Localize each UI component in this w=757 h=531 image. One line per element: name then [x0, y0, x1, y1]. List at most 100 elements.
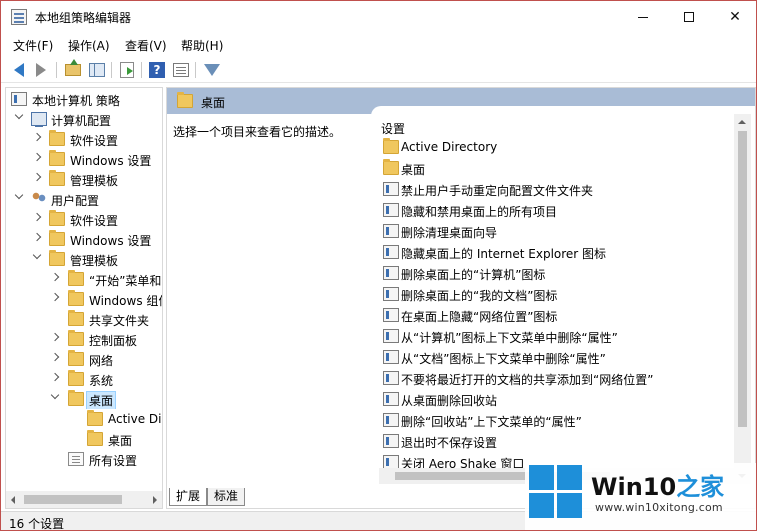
watermark-title: Win10之家: [591, 467, 724, 502]
filter-button[interactable]: [202, 60, 222, 80]
scroll-right-icon[interactable]: [153, 496, 157, 504]
chevron-down-icon[interactable]: [32, 250, 42, 260]
tree-item-windows-components[interactable]: Windows 组件: [6, 289, 163, 309]
chevron-down-icon[interactable]: [14, 110, 24, 120]
toolbar-separator: [56, 62, 57, 78]
setting-label: 删除桌面上的“我的文档”图标: [401, 289, 558, 303]
settings-list[interactable]: 设置 Active Directory 桌面 禁止用户手动重定向配置文件文件夹 隐藏和…: [371, 106, 755, 484]
tree-item-active-directory[interactable]: Active Directory: [6, 409, 162, 429]
chevron-down-icon[interactable]: [50, 390, 60, 400]
folder-icon: [49, 150, 65, 166]
folder-icon: [87, 410, 103, 426]
tree-item-control-panel[interactable]: 控制面板: [6, 329, 162, 349]
setting-label: 从桌面删除回收站: [401, 394, 498, 408]
scroll-up-icon[interactable]: [738, 120, 746, 124]
windows-logo-icon: [529, 465, 583, 519]
chevron-right-icon[interactable]: [32, 152, 42, 162]
watermark-url: www.win10xitong.com: [595, 501, 723, 514]
chevron-right-icon[interactable]: [50, 372, 60, 382]
folder-icon: [49, 130, 65, 146]
help-button[interactable]: ?: [147, 60, 167, 80]
tree-item-computer-config[interactable]: 计算机配置: [6, 109, 162, 129]
details-title: 桌面: [201, 96, 226, 110]
setting-label: 从“文档”图标上下文菜单中删除“属性”: [401, 352, 606, 366]
chevron-right-icon[interactable]: [32, 132, 42, 142]
settings-vertical-scrollbar[interactable]: [734, 114, 751, 484]
tree-item-uc-software[interactable]: 软件设置: [6, 209, 162, 229]
back-button[interactable]: [9, 60, 29, 80]
tree-item-root[interactable]: 本地计算机 策略: [6, 89, 162, 109]
folder-icon: [68, 270, 84, 286]
tree-label: 共享文件夹: [89, 314, 150, 328]
tree-item-system[interactable]: 系统: [6, 369, 162, 389]
status-text: 16 个设置: [9, 517, 65, 531]
chevron-right-icon[interactable]: [32, 172, 42, 182]
window-title: 本地组策略编辑器: [35, 11, 132, 25]
watermark-title-b: 之家: [676, 473, 725, 501]
up-level-button[interactable]: [63, 59, 83, 80]
policy-setting-icon: [383, 329, 399, 343]
tree-label: 软件设置: [70, 214, 119, 228]
chevron-right-icon[interactable]: [50, 292, 60, 302]
export-icon: [120, 62, 134, 78]
chevron-right-icon[interactable]: [32, 232, 42, 242]
filter-icon: [204, 64, 220, 76]
tab-standard[interactable]: 标准: [207, 488, 246, 506]
menu-action[interactable]: 操作(A): [68, 37, 110, 54]
tree-item-all-settings[interactable]: 所有设置: [6, 449, 162, 469]
tree-item-uc-windows[interactable]: Windows 设置: [6, 229, 162, 249]
tree-item-start-menu[interactable]: “开始”菜单和: [6, 269, 162, 289]
policy-setting-icon: [383, 413, 399, 427]
chevron-right-icon[interactable]: [50, 272, 60, 282]
computer-icon: [31, 112, 47, 127]
tree-item-uc-admin[interactable]: 管理模板: [6, 249, 162, 269]
policy-setting-icon: [383, 245, 399, 259]
close-button[interactable]: ✕: [712, 1, 756, 33]
scroll-left-icon[interactable]: [11, 496, 15, 504]
minimize-button[interactable]: [620, 1, 666, 33]
chevron-down-icon[interactable]: [14, 190, 24, 200]
properties-button[interactable]: [171, 60, 191, 80]
export-list-button[interactable]: [117, 60, 137, 80]
tree-item-shared-folders[interactable]: 共享文件夹: [6, 309, 162, 329]
tree-item-user-config[interactable]: 用户配置: [6, 189, 162, 209]
column-header-setting[interactable]: 设置: [381, 120, 405, 137]
chevron-right-icon[interactable]: [50, 332, 60, 342]
show-hide-tree-button[interactable]: [87, 60, 107, 80]
chevron-right-icon[interactable]: [32, 212, 42, 222]
tree-label: 控制面板: [89, 334, 138, 348]
menu-view[interactable]: 查看(V): [125, 37, 167, 54]
tree-label: 桌面: [85, 391, 117, 409]
policy-setting-icon: [383, 287, 399, 301]
tree-label: Windows 组件: [89, 294, 163, 308]
tree-label: 软件设置: [70, 134, 119, 148]
policy-setting-icon: [383, 392, 399, 406]
folder-icon: [383, 159, 399, 175]
tree-item-cc-admin[interactable]: 管理模板: [6, 169, 162, 189]
tree-item-desktop-sub[interactable]: 桌面: [6, 429, 162, 449]
tree-label: 计算机配置: [51, 114, 112, 128]
minimize-icon: [638, 16, 648, 18]
maximize-button[interactable]: [666, 1, 712, 33]
menu-file[interactable]: 文件(F): [13, 37, 53, 54]
back-arrow-icon: [14, 63, 24, 77]
description-panel: 选择一个项目来查看它的描述。: [167, 114, 371, 484]
console-tree[interactable]: 本地计算机 策略 计算机配置 软件设置 Windows 设置 管理模板 用户配置: [5, 87, 163, 509]
tab-extended[interactable]: 扩展: [169, 488, 208, 506]
menu-help[interactable]: 帮助(H): [181, 37, 223, 54]
tree-item-network[interactable]: 网络: [6, 349, 162, 369]
setting-label: 从“计算机”图标上下文菜单中删除“属性”: [401, 331, 618, 345]
folder-icon: [68, 290, 84, 306]
tree-item-desktop[interactable]: 桌面: [6, 389, 162, 409]
tree-label: 管理模板: [70, 254, 119, 268]
scroll-thumb[interactable]: [24, 495, 122, 504]
setting-label: 桌面: [401, 163, 426, 177]
chevron-right-icon[interactable]: [50, 352, 60, 362]
tree-item-cc-software[interactable]: 软件设置: [6, 129, 162, 149]
tree-item-cc-windows[interactable]: Windows 设置: [6, 149, 162, 169]
close-icon: ✕: [729, 9, 741, 25]
scroll-thumb[interactable]: [738, 131, 747, 427]
forward-button[interactable]: [31, 60, 51, 80]
tree-label: Windows 设置: [70, 234, 152, 248]
tree-horizontal-scrollbar[interactable]: [6, 491, 162, 508]
